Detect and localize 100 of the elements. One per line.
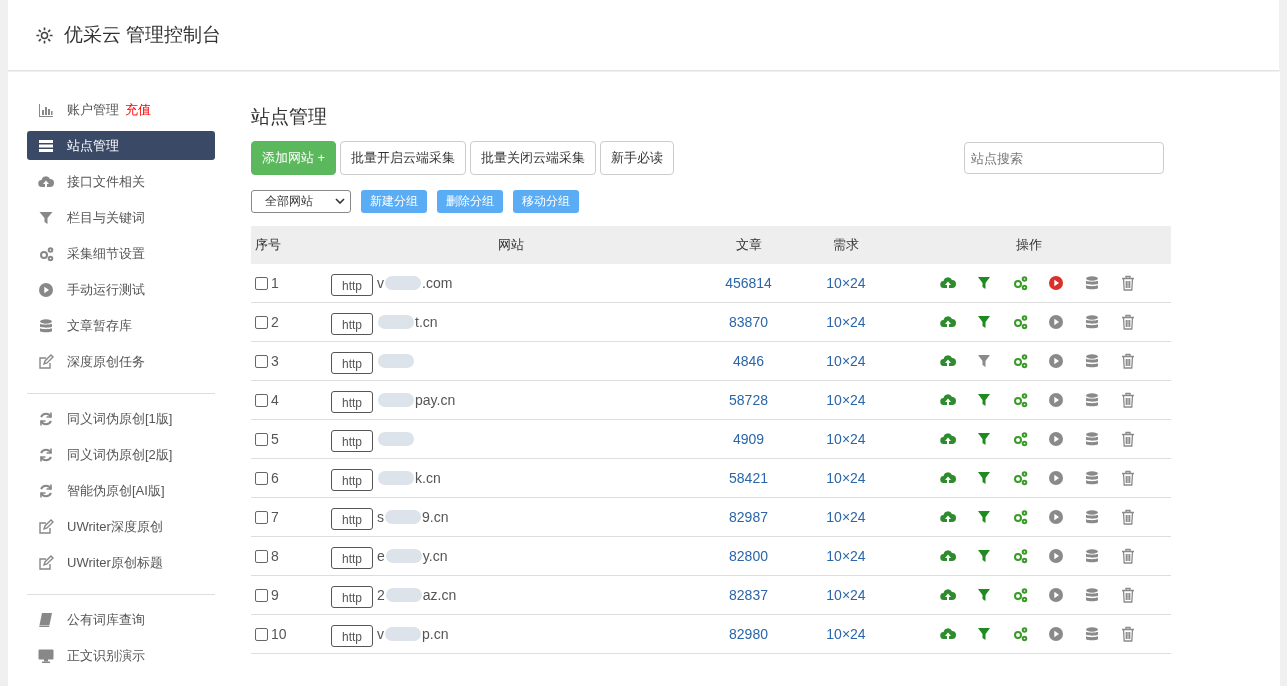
filter-icon[interactable] — [976, 626, 992, 642]
article-count[interactable]: 82837 — [729, 587, 768, 603]
article-count[interactable]: 58421 — [729, 470, 768, 486]
toolbar-button[interactable]: 新手必读 — [600, 141, 675, 175]
recharge-link[interactable]: 充值 — [125, 100, 151, 119]
cloud-upload-icon[interactable] — [940, 314, 956, 330]
filter-icon[interactable] — [976, 509, 992, 525]
play-icon[interactable] — [1048, 275, 1064, 291]
scheme-tag[interactable]: http — [331, 352, 373, 374]
cloud-upload-icon[interactable] — [940, 587, 956, 603]
sidebar-item[interactable]: 文章暂存库 — [27, 311, 215, 340]
scheme-tag[interactable]: http — [331, 469, 373, 491]
trash-icon[interactable] — [1120, 626, 1136, 642]
cloud-upload-icon[interactable] — [940, 392, 956, 408]
sidebar-item[interactable]: 公有词库查询 — [27, 605, 215, 634]
database-icon[interactable] — [1084, 626, 1100, 642]
sidebar-item[interactable]: 站点管理 — [27, 131, 215, 160]
gears-icon[interactable] — [1012, 626, 1028, 642]
row-checkbox[interactable] — [255, 549, 268, 563]
database-icon[interactable] — [1084, 275, 1100, 291]
article-count[interactable]: 83870 — [729, 314, 768, 330]
play-icon[interactable] — [1048, 509, 1064, 525]
gears-icon[interactable] — [1012, 392, 1028, 408]
filter-icon[interactable] — [976, 587, 992, 603]
gears-icon[interactable] — [1012, 431, 1028, 447]
gears-icon[interactable] — [1012, 353, 1028, 369]
article-count[interactable]: 82800 — [729, 548, 768, 564]
cloud-upload-icon[interactable] — [940, 353, 956, 369]
sidebar-item[interactable]: UWriter深度原创 — [27, 512, 215, 541]
gears-icon[interactable] — [1012, 587, 1028, 603]
sidebar-item[interactable]: 同义词伪原创[1版] — [27, 404, 215, 433]
trash-icon[interactable] — [1120, 548, 1136, 564]
sidebar-item[interactable]: 栏目与关键词 — [27, 203, 215, 232]
scheme-tag[interactable]: http — [331, 274, 373, 296]
play-icon[interactable] — [1048, 470, 1064, 486]
gears-icon[interactable] — [1012, 314, 1028, 330]
sidebar-item[interactable]: UWriter原创标题 — [27, 548, 215, 577]
scheme-tag[interactable]: http — [331, 547, 373, 569]
trash-icon[interactable] — [1120, 509, 1136, 525]
filter-icon[interactable] — [976, 470, 992, 486]
trash-icon[interactable] — [1120, 275, 1136, 291]
scheme-tag[interactable]: http — [331, 430, 373, 452]
gears-icon[interactable] — [1012, 548, 1028, 564]
cloud-upload-icon[interactable] — [940, 431, 956, 447]
scheme-tag[interactable]: http — [331, 625, 373, 647]
trash-icon[interactable] — [1120, 392, 1136, 408]
row-checkbox[interactable] — [255, 276, 268, 290]
play-icon[interactable] — [1048, 626, 1064, 642]
cloud-upload-icon[interactable] — [940, 470, 956, 486]
play-icon[interactable] — [1048, 548, 1064, 564]
database-icon[interactable] — [1084, 353, 1100, 369]
group-select[interactable]: 全部网站 — [251, 189, 351, 213]
sidebar-item[interactable]: 智能伪原创[AI版] — [27, 476, 215, 505]
article-count[interactable]: 4846 — [732, 353, 765, 369]
article-count[interactable]: 4909 — [732, 431, 765, 447]
filter-icon[interactable] — [976, 392, 992, 408]
play-icon[interactable] — [1048, 587, 1064, 603]
scheme-tag[interactable]: http — [331, 586, 373, 608]
filter-icon[interactable] — [976, 353, 992, 369]
sidebar-item[interactable]: 采集细节设置 — [27, 239, 215, 268]
toolbar-button[interactable]: 批量开启云端采集 — [340, 141, 467, 175]
gears-icon[interactable] — [1012, 470, 1028, 486]
filter-icon[interactable] — [976, 275, 992, 291]
row-checkbox[interactable] — [255, 471, 268, 485]
trash-icon[interactable] — [1120, 353, 1136, 369]
search-field[interactable]: 站点搜索 — [964, 142, 1164, 174]
article-count[interactable]: 82987 — [729, 509, 768, 525]
sidebar-item[interactable]: 正文识别演示 — [27, 641, 215, 670]
cloud-upload-icon[interactable] — [940, 275, 956, 291]
schedule-value[interactable]: 10×24 — [826, 314, 866, 330]
schedule-value[interactable]: 10×24 — [826, 392, 866, 408]
cloud-upload-icon[interactable] — [940, 626, 956, 642]
database-icon[interactable] — [1084, 431, 1100, 447]
sidebar-item[interactable]: 接口文件相关 — [27, 167, 215, 196]
sidebar-item[interactable]: 账户管理 充值 — [27, 95, 215, 124]
toolbar-button[interactable]: 批量关闭云端采集 — [470, 141, 597, 175]
cloud-upload-icon[interactable] — [940, 509, 956, 525]
gears-icon[interactable] — [1012, 509, 1028, 525]
trash-icon[interactable] — [1120, 314, 1136, 330]
sidebar-item[interactable]: 手动运行测试 — [27, 275, 215, 304]
row-checkbox[interactable] — [255, 354, 268, 368]
trash-icon[interactable] — [1120, 431, 1136, 447]
play-icon[interactable] — [1048, 314, 1064, 330]
schedule-value[interactable]: 10×24 — [826, 548, 866, 564]
schedule-value[interactable]: 10×24 — [826, 470, 866, 486]
trash-icon[interactable] — [1120, 587, 1136, 603]
article-count[interactable]: 58728 — [729, 392, 768, 408]
row-checkbox[interactable] — [255, 393, 268, 407]
filter-icon[interactable] — [976, 548, 992, 564]
play-icon[interactable] — [1048, 431, 1064, 447]
trash-icon[interactable] — [1120, 470, 1136, 486]
schedule-value[interactable]: 10×24 — [826, 509, 866, 525]
schedule-value[interactable]: 10×24 — [826, 275, 866, 291]
schedule-value[interactable]: 10×24 — [826, 626, 866, 642]
row-checkbox[interactable] — [255, 315, 268, 329]
row-checkbox[interactable] — [255, 588, 268, 602]
scheme-tag[interactable]: http — [331, 313, 373, 335]
row-checkbox[interactable] — [255, 627, 268, 641]
schedule-value[interactable]: 10×24 — [826, 353, 866, 369]
filter-icon[interactable] — [976, 431, 992, 447]
